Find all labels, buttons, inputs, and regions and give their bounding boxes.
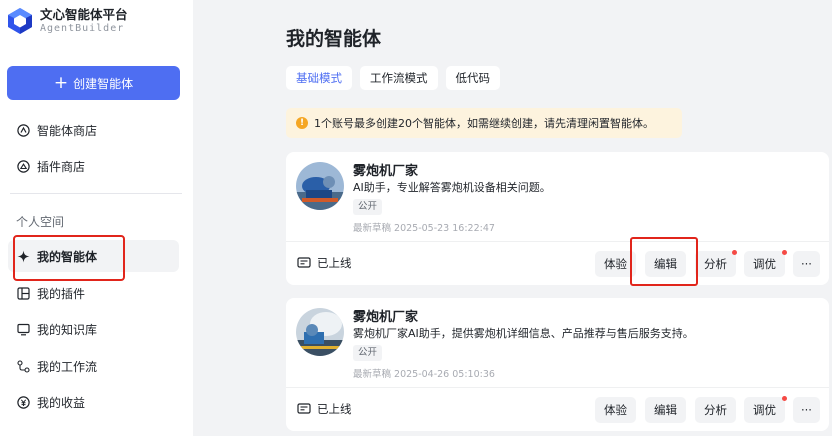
draft-timestamp: 最新草稿 2025-04-26 05:10:36	[353, 369, 495, 380]
notification-dot	[782, 396, 787, 401]
public-badge: 公开	[353, 345, 383, 361]
tune-button[interactable]: 调优	[744, 251, 785, 277]
page-title: 我的智能体	[286, 28, 382, 50]
status-icon	[297, 403, 311, 414]
public-badge: 公开	[353, 199, 383, 215]
edit-button[interactable]: 编辑	[645, 397, 686, 423]
tune-button[interactable]: 调优	[744, 397, 785, 423]
status-label: 已上线	[317, 256, 352, 270]
tab-low-code[interactable]: 低代码	[445, 66, 500, 90]
agent-card[interactable]: 雾炮机厂家 AI助手，专业解答雾炮机设备相关问题。 公开 最新草稿 2025-0…	[286, 152, 829, 285]
sidebar-item-agent-store[interactable]: 智能体商店	[16, 120, 97, 140]
sidebar-item-plugin-store[interactable]: 插件商店	[16, 156, 85, 176]
analyze-button[interactable]: 分析	[695, 251, 736, 277]
agent-description: AI助手，专业解答雾炮机设备相关问题。	[353, 181, 551, 194]
highlight-box-my-agents	[13, 235, 125, 281]
plugin-icon	[16, 286, 30, 300]
more-button[interactable]: ···	[793, 397, 820, 423]
tab-workflow-mode[interactable]: 工作流模式	[360, 66, 438, 90]
sidebar-item-my-income[interactable]: 我的收益	[16, 392, 85, 412]
more-button[interactable]: ···	[793, 251, 820, 277]
store-icon	[16, 123, 30, 137]
online-status: 已上线	[297, 401, 352, 417]
analyze-button[interactable]: 分析	[695, 397, 736, 423]
card-divider	[286, 387, 829, 388]
app-title: 文心智能体平台	[40, 6, 128, 22]
notification-dot	[732, 250, 737, 255]
notification-dot	[782, 250, 787, 255]
workflow-icon	[16, 359, 30, 373]
agent-avatar	[296, 162, 344, 210]
create-agent-button[interactable]: + 创建智能体	[7, 66, 180, 100]
sidebar-item-label: 插件商店	[37, 159, 86, 174]
notice-text: 1个账号最多创建20个智能体，如需继续创建，请先清理闲置智能体。	[314, 117, 654, 130]
status-icon	[297, 257, 311, 268]
sidebar-item-label: 我的收益	[37, 395, 86, 410]
sidebar-item-my-workflows[interactable]: 我的工作流	[16, 356, 97, 376]
monitor-icon	[16, 322, 30, 336]
limit-notice: ! 1个账号最多创建20个智能体，如需继续创建，请先清理闲置智能体。	[286, 108, 682, 138]
personal-space-heading: 个人空间	[16, 215, 65, 229]
app-subtitle: AgentBuilder	[40, 22, 125, 34]
plugin-store-icon	[16, 159, 30, 173]
app-logo-icon	[8, 8, 32, 34]
agent-avatar	[296, 308, 344, 356]
agent-name: 雾炮机厂家	[353, 164, 419, 179]
income-icon	[16, 395, 30, 409]
sidebar-item-my-plugins[interactable]: 我的插件	[16, 283, 85, 303]
sidebar-divider	[10, 193, 182, 194]
sidebar-item-label: 我的插件	[37, 286, 86, 301]
tab-basic-mode[interactable]: 基础模式	[286, 66, 352, 90]
status-label: 已上线	[317, 402, 352, 416]
agent-name: 雾炮机厂家	[353, 310, 419, 325]
sidebar-item-label: 我的工作流	[37, 359, 98, 374]
highlight-box-edit	[630, 237, 698, 286]
app-logo[interactable]: 文心智能体平台 AgentBuilder	[6, 7, 128, 35]
online-status: 已上线	[297, 255, 352, 271]
card-divider	[286, 241, 829, 242]
plus-icon: +	[53, 72, 69, 93]
create-agent-label: 创建智能体	[73, 76, 134, 91]
agent-description: 雾炮机厂家AI助手，提供雾炮机详细信息、产品推荐与售后服务支持。	[353, 327, 694, 340]
mode-tabs: 基础模式 工作流模式 低代码	[286, 66, 508, 90]
sidebar: 文心智能体平台 AgentBuilder + 创建智能体 智能体商店 插件商店 …	[0, 0, 193, 436]
sidebar-item-label: 智能体商店	[37, 123, 98, 138]
try-button[interactable]: 体验	[595, 397, 636, 423]
sidebar-item-label: 我的知识库	[37, 322, 98, 337]
agent-card[interactable]: 雾炮机厂家 雾炮机厂家AI助手，提供雾炮机详细信息、产品推荐与售后服务支持。 公…	[286, 298, 829, 431]
sidebar-item-my-knowledge[interactable]: 我的知识库	[16, 319, 97, 339]
warning-icon: !	[296, 117, 308, 129]
draft-timestamp: 最新草稿 2025-05-23 16:22:47	[353, 223, 495, 234]
